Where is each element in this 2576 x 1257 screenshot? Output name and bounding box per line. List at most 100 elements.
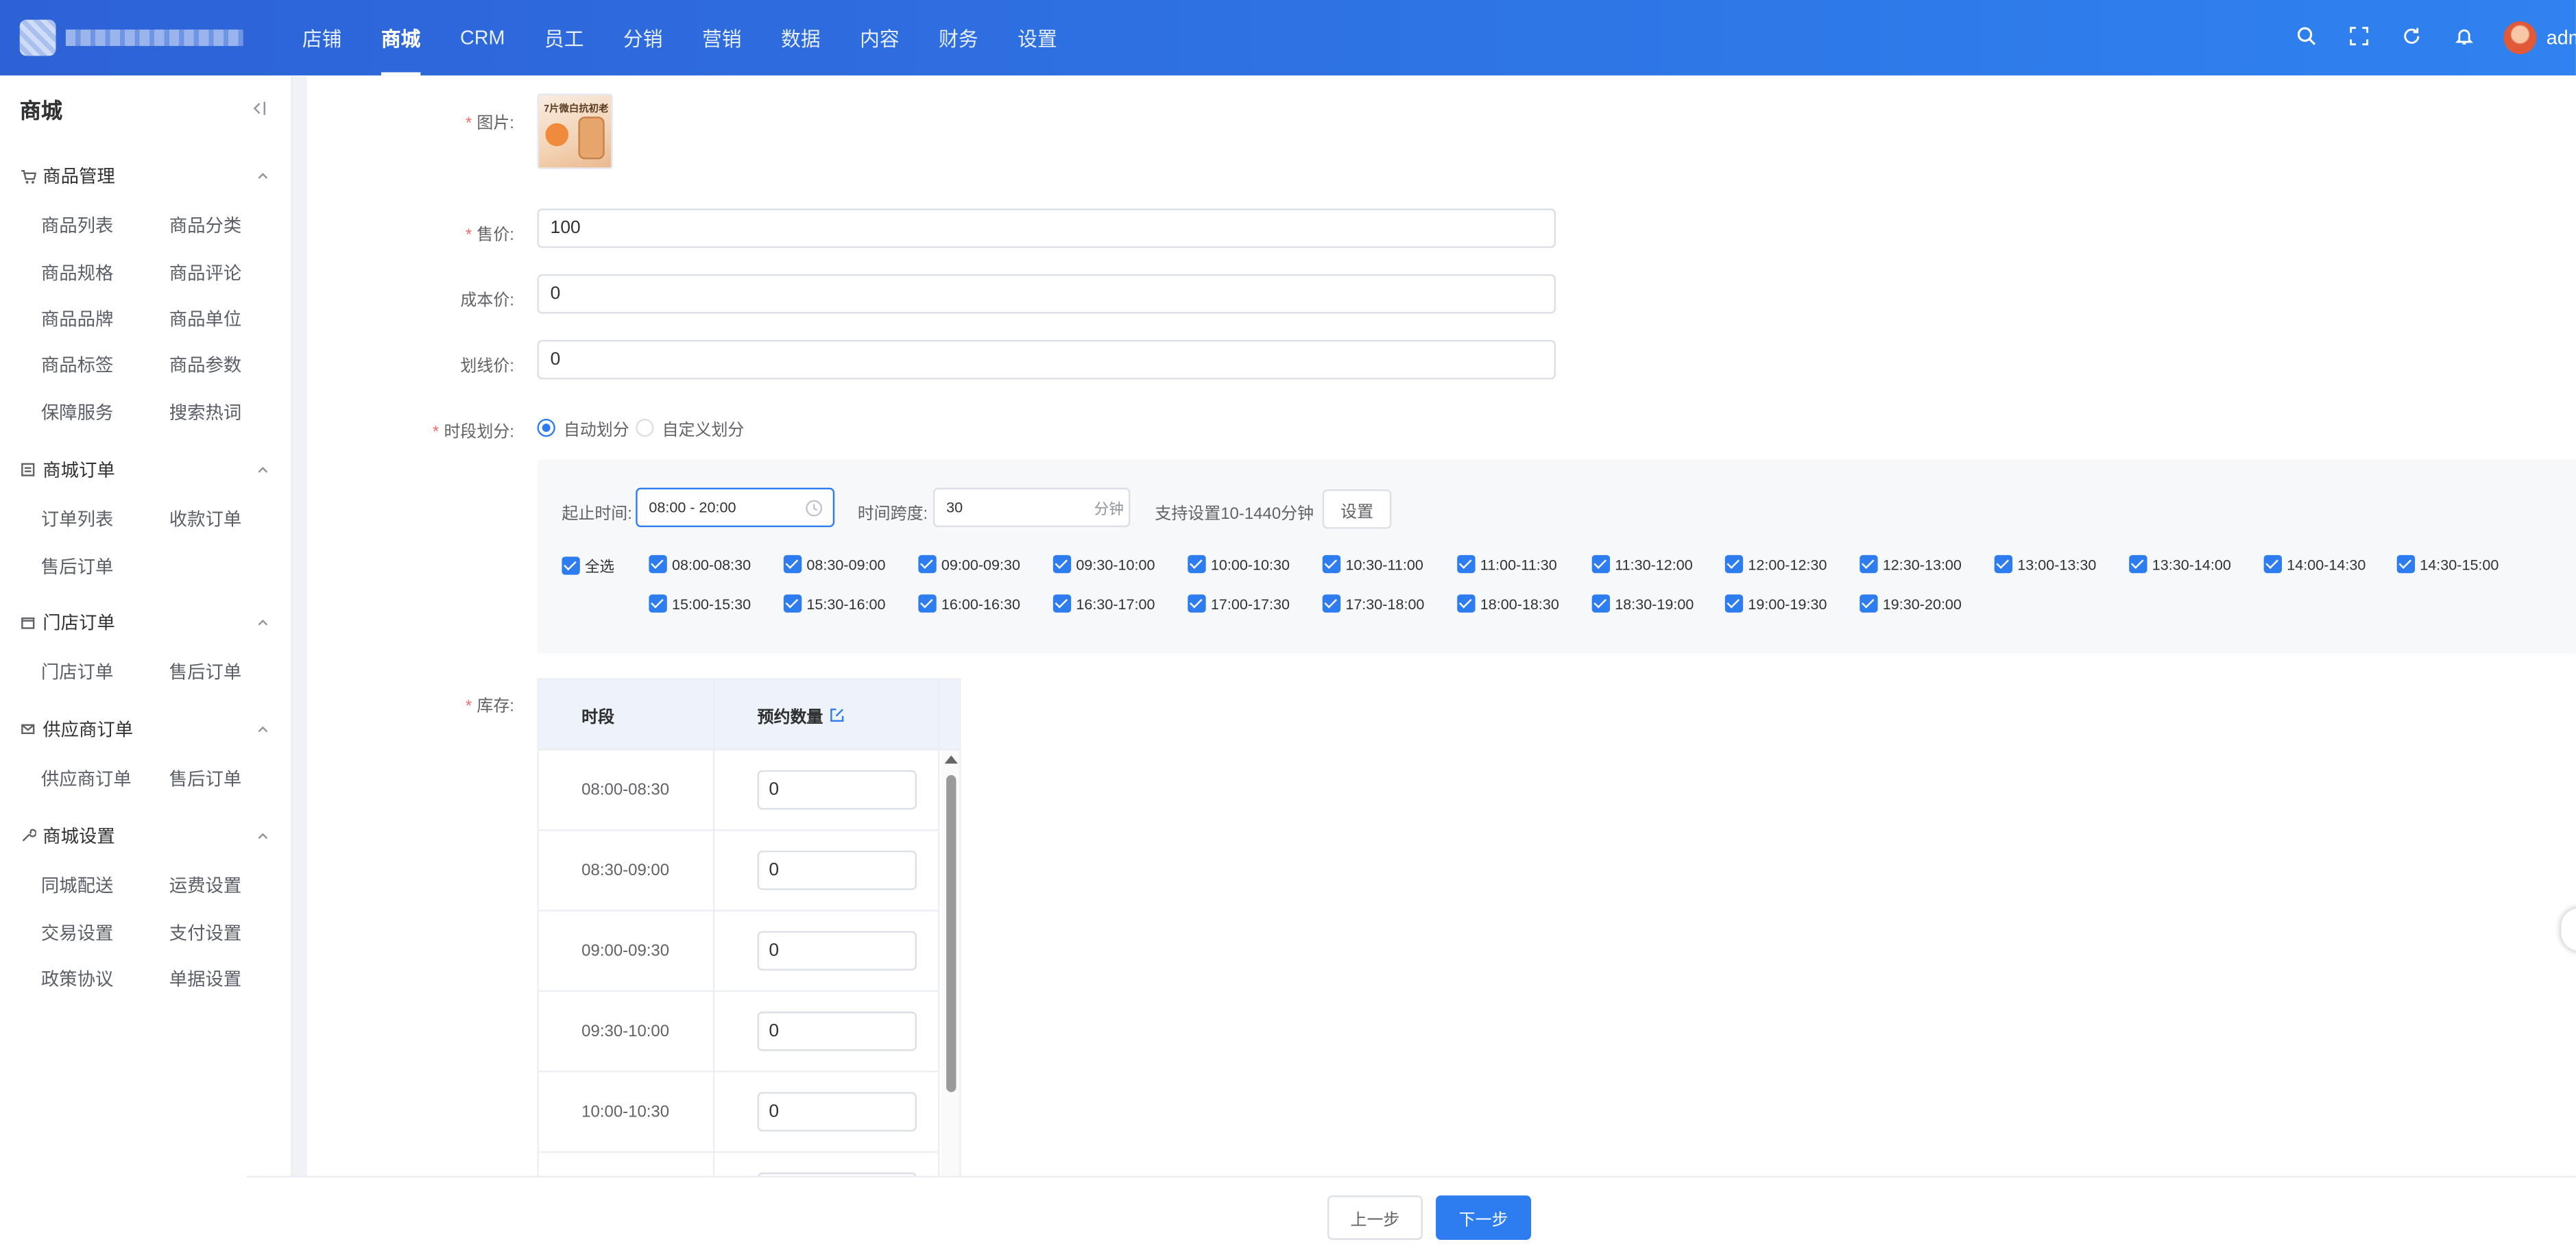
sidebar-item[interactable]: 运费设置	[153, 862, 269, 909]
quantity-input[interactable]: 0	[757, 931, 917, 971]
sidebar-item[interactable]: 商品标签	[20, 342, 153, 389]
sidebar-group-header[interactable]: 商品管理	[20, 159, 269, 192]
sidebar-item[interactable]: 售后订单	[153, 755, 269, 802]
slot-checkbox[interactable]: 14:30-15:00	[2396, 554, 2499, 574]
sidebar-group-header[interactable]: 商城订单	[20, 453, 269, 486]
slot-checkbox[interactable]: 16:30-17:00	[1052, 594, 1155, 613]
sidebar-item[interactable]: 售后订单	[20, 543, 153, 589]
sidebar-item[interactable]: 商品分类	[153, 202, 269, 249]
bell-icon[interactable]	[2449, 21, 2479, 51]
select-all-checkbox[interactable]: 全选	[562, 555, 614, 576]
sidebar-item[interactable]: 单据设置	[153, 955, 269, 1002]
content-gutter	[292, 75, 308, 1176]
set-span-button[interactable]: 设置	[1322, 489, 1392, 529]
nav-item-9[interactable]: 设置	[998, 0, 1076, 75]
quantity-input[interactable]: 0	[757, 770, 917, 810]
slot-checkbox[interactable]: 16:00-16:30	[918, 594, 1020, 613]
slot-checkbox[interactable]: 12:30-13:00	[1859, 554, 1962, 574]
next-step-button[interactable]: 下一步	[1436, 1195, 1532, 1240]
slot-checkbox[interactable]: 17:00-17:30	[1188, 594, 1290, 613]
sidebar-item[interactable]: 商品评论	[153, 249, 269, 295]
edit-icon[interactable]	[830, 708, 845, 723]
sidebar-item[interactable]: 搜索热词	[153, 389, 269, 435]
strike-price-input[interactable]: 0	[537, 339, 1556, 380]
sidebar-group-header[interactable]: 商城设置	[20, 820, 269, 853]
checkbox-checked-icon	[1859, 594, 1878, 613]
sidebar-item[interactable]: 商品规格	[20, 249, 153, 295]
nav-item-6[interactable]: 数据	[761, 0, 840, 75]
sidebar-item[interactable]: 订单列表	[20, 496, 153, 543]
slot-checkbox[interactable]: 19:00-19:30	[1724, 594, 1827, 613]
radio-custom-split[interactable]: 自定义划分	[636, 415, 744, 440]
user-menu[interactable]: adm	[2503, 21, 2576, 55]
checkbox-checked-icon	[918, 594, 937, 613]
slot-checkbox[interactable]: 11:00-11:30	[1457, 554, 1557, 574]
quantity-input[interactable]: 0	[757, 1011, 917, 1051]
sidebar-group-header[interactable]: 供应商订单	[20, 713, 269, 746]
nav-item-3[interactable]: 员工	[525, 0, 603, 75]
quantity-input[interactable]: 0	[757, 851, 917, 890]
sidebar-item[interactable]: 门店订单	[20, 648, 153, 695]
slot-checkbox[interactable]: 10:30-11:00	[1322, 554, 1423, 574]
time-span-input[interactable]: 30 分钟	[932, 487, 1131, 528]
fullscreen-icon[interactable]	[2344, 21, 2374, 51]
sidebar-item[interactable]: 售后订单	[153, 648, 269, 695]
nav-item-5[interactable]: 营销	[682, 0, 761, 75]
sidebar-item[interactable]: 商品列表	[20, 202, 153, 249]
slot-checkbox[interactable]: 09:30-10:00	[1052, 554, 1155, 574]
nav-item-2[interactable]: CRM	[440, 0, 525, 75]
checkbox-checked-icon	[1188, 594, 1206, 613]
slot-checkbox[interactable]: 11:30-12:00	[1591, 554, 1693, 574]
nav-item-4[interactable]: 分销	[603, 0, 682, 75]
slot-checkbox[interactable]: 18:00-18:30	[1457, 594, 1559, 613]
slot-checkbox[interactable]: 15:30-16:00	[783, 594, 886, 613]
slot-checkbox[interactable]: 08:00-08:30	[649, 554, 751, 574]
radio-auto-split[interactable]: 自动划分	[537, 415, 629, 440]
slot-checkbox[interactable]: 08:30-09:00	[783, 554, 886, 574]
checkbox-checked-icon	[562, 557, 580, 575]
quantity-input[interactable]: 0	[757, 1092, 917, 1132]
slot-checkbox[interactable]: 17:30-18:00	[1322, 594, 1424, 613]
search-icon[interactable]	[2291, 21, 2321, 51]
sidebar-item[interactable]: 政策协议	[20, 955, 153, 1002]
time-range-picker[interactable]: 08:00 - 20:00	[636, 487, 835, 528]
product-image-thumbnail[interactable]: 7片微白抗初老	[537, 93, 613, 169]
nav-item-8[interactable]: 财务	[919, 0, 998, 75]
slot-checkbox[interactable]: 09:00-09:30	[918, 554, 1020, 574]
price-label: * 售价:	[465, 226, 514, 245]
nav-item-7[interactable]: 内容	[840, 0, 919, 75]
scroll-up-icon[interactable]	[944, 755, 958, 764]
sidebar-group-header[interactable]: 门店订单	[20, 606, 269, 639]
sidebar-item[interactable]: 保障服务	[20, 389, 153, 435]
nav-item-0[interactable]: 店铺	[282, 0, 361, 75]
cost-price-input[interactable]: 0	[537, 274, 1556, 314]
slot-checkbox[interactable]: 12:00-12:30	[1724, 554, 1827, 574]
slot-checkbox[interactable]: 13:00-13:30	[1994, 554, 2096, 574]
sidebar-item[interactable]: 商品单位	[153, 295, 269, 342]
sidebar-item[interactable]: 商品参数	[153, 342, 269, 389]
collapse-sidebar-icon[interactable]	[248, 99, 268, 119]
slot-checkbox[interactable]: 15:00-15:30	[649, 594, 751, 613]
sidebar-item[interactable]: 支付设置	[153, 909, 269, 955]
sidebar-item[interactable]: 供应商订单	[20, 755, 153, 802]
strike-price-label: 划线价:	[460, 358, 514, 376]
checkbox-checked-icon	[1994, 554, 2013, 574]
column-header-quantity[interactable]: 预约数量	[758, 680, 845, 750]
sidebar-item[interactable]: 同城配送	[20, 862, 153, 909]
slot-checkbox[interactable]: 18:30-19:00	[1591, 594, 1694, 613]
sidebar: 商城 商品管理 商品列表 商品分类 商品规格 商品评论 商品品牌 商品单位 商品标签 商品参数保…	[0, 75, 293, 1257]
nav-item-1[interactable]: 商城	[361, 0, 440, 76]
sidebar-item[interactable]: 商品品牌	[20, 295, 153, 342]
slot-checkbox[interactable]: 19:30-20:00	[1859, 594, 1962, 613]
sidebar-item[interactable]: 收款订单	[153, 496, 269, 543]
slot-checkbox[interactable]: 13:30-14:00	[2129, 554, 2231, 574]
scrollbar-thumb[interactable]	[946, 774, 956, 1093]
time-span-unit: 分钟	[1094, 500, 1124, 517]
price-input[interactable]: 100	[537, 208, 1556, 248]
prev-step-button[interactable]: 上一步	[1327, 1195, 1423, 1240]
refresh-icon[interactable]	[2397, 21, 2427, 51]
slot-checkbox[interactable]: 14:00-14:30	[2263, 554, 2366, 574]
slot-checkbox[interactable]: 10:00-10:30	[1188, 554, 1290, 574]
sidebar-item[interactable]: 交易设置	[20, 909, 153, 955]
brand-logo[interactable]	[19, 19, 243, 56]
